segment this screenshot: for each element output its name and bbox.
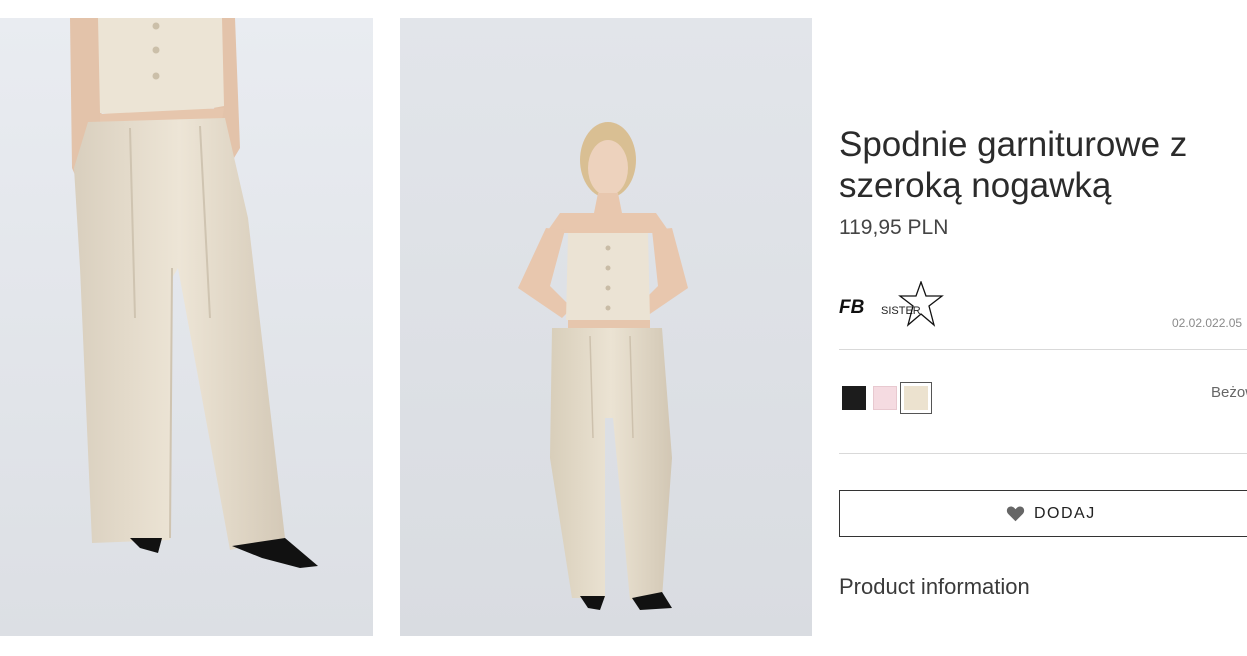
- star-icon: [898, 281, 944, 327]
- brand-logo-sub: SISTER: [881, 305, 921, 317]
- product-title: Spodnie garniturowe z szeroką nogawką: [839, 125, 1188, 205]
- product-photo-full: [400, 18, 812, 636]
- product-photo-closeup: [0, 18, 373, 636]
- product-information-toggle[interactable]: Product information: [839, 574, 1030, 600]
- product-info-panel: Spodnie garniturowe z szeroką nogawką 11…: [839, 0, 1247, 656]
- color-swatch-black[interactable]: [842, 386, 866, 410]
- brand-logo[interactable]: FB SISTER: [839, 281, 945, 327]
- divider: [839, 453, 1247, 454]
- product-image-1[interactable]: [0, 18, 373, 636]
- heart-icon: [1006, 506, 1025, 522]
- color-swatches: [842, 382, 935, 414]
- color-swatch-pink[interactable]: [873, 386, 897, 410]
- product-image-2[interactable]: [400, 18, 812, 636]
- product-price: 119,95 PLN: [839, 216, 949, 239]
- brand-logo-text: FB: [839, 297, 865, 318]
- add-to-wishlist-button[interactable]: DODAJ: [839, 490, 1247, 537]
- product-sku: 02.02.022.05: [1172, 316, 1243, 330]
- selected-color-label: Beżowy: [1211, 384, 1247, 401]
- add-button-label: DODAJ: [1034, 504, 1096, 522]
- divider: [839, 349, 1247, 350]
- color-swatch-beige[interactable]: [900, 382, 932, 414]
